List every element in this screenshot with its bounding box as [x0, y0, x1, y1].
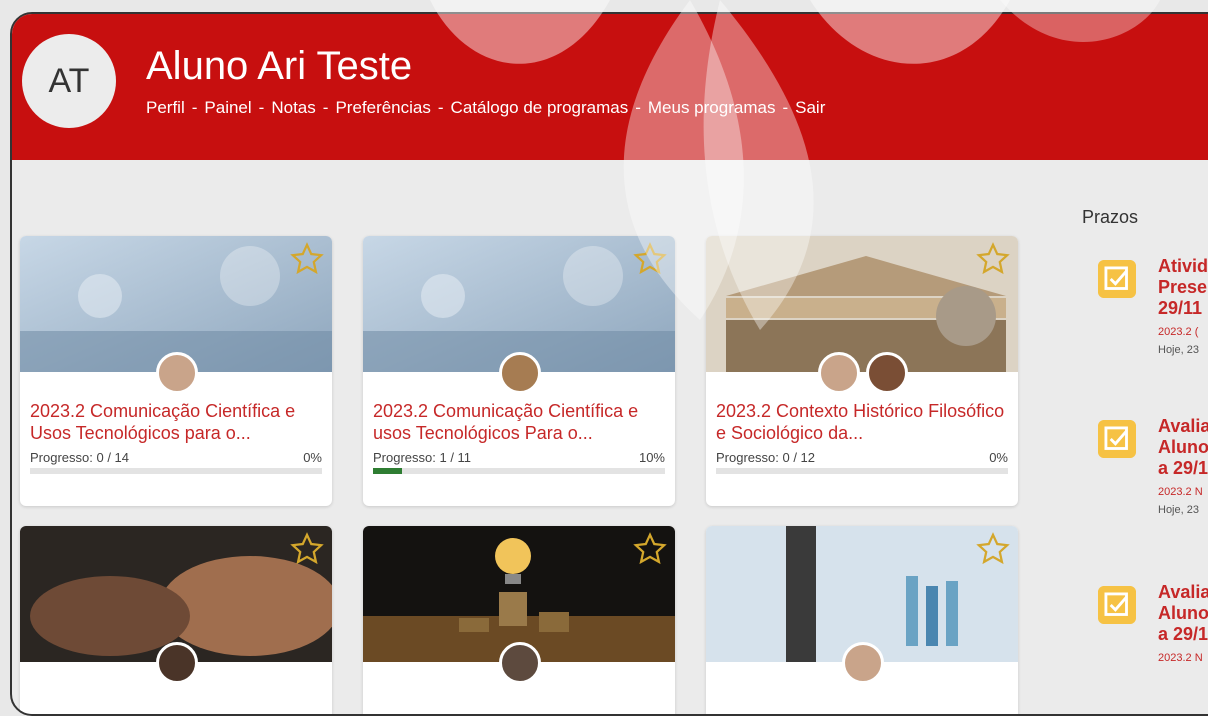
progress-percent: 10% [638, 450, 665, 465]
teacher-avatar [842, 642, 884, 684]
deadline-course: 2023.2 N [1158, 652, 1203, 664]
nav-separator: - [258, 98, 265, 117]
checkbox-task-icon [1098, 420, 1136, 458]
nav-separator: - [191, 98, 198, 117]
user-avatar[interactable]: AT [22, 34, 116, 128]
star-icon[interactable] [976, 532, 1010, 566]
star-icon[interactable] [633, 532, 667, 566]
star-icon[interactable] [976, 242, 1010, 276]
course-card[interactable]: 2023.2 Comunicação Científica e usos Tec… [363, 236, 675, 506]
nav-preferencias[interactable]: Preferências [335, 98, 430, 117]
course-card[interactable] [706, 526, 1018, 714]
progress-percent: 0% [303, 450, 322, 465]
progress-bar [373, 468, 665, 474]
nav-notas[interactable]: Notas [271, 98, 315, 117]
nav-catalogo[interactable]: Catálogo de programas [451, 98, 629, 117]
star-icon[interactable] [290, 242, 324, 276]
progress-bar [30, 468, 322, 474]
course-title[interactable]: 2023.2 Contexto Histórico Filosófico e S… [716, 400, 1008, 444]
course-progress: Progresso: 0 / 14 0% [30, 450, 322, 465]
star-icon[interactable] [633, 242, 667, 276]
deadline-course: 2023.2 ( [1158, 326, 1199, 338]
progress-label: Progresso: 0 / 12 [716, 450, 815, 465]
deadline-title[interactable]: AtividaPresen29/11 [1158, 256, 1208, 319]
user-name: Aluno Ari Teste [146, 44, 413, 88]
deadline-date: Hoje, 23 [1158, 344, 1199, 356]
nav-separator: - [782, 98, 789, 117]
course-title[interactable]: 2023.2 Comunicação Científica e Usos Tec… [30, 400, 322, 444]
deadline-course: 2023.2 N [1158, 486, 1203, 498]
app-window: AT Aluno Ari Teste Perfil - Painel - Notas - P… [10, 12, 1208, 716]
course-card[interactable]: 2023.2 Comunicação Científica e Usos Tec… [20, 236, 332, 506]
checkbox-task-icon [1098, 260, 1136, 298]
course-card[interactable] [363, 526, 675, 714]
teacher-avatar [818, 352, 860, 394]
progress-bar-fill [373, 468, 403, 474]
checkbox-task-icon [1098, 586, 1136, 624]
deadline-date: Hoje, 23 [1158, 504, 1199, 516]
teacher-avatar [156, 352, 198, 394]
progress-label: Progresso: 1 / 11 [373, 450, 472, 465]
teacher-avatar [156, 642, 198, 684]
avatar-initials: AT [48, 61, 90, 100]
page-header: AT Aluno Ari Teste Perfil - Painel - Notas - P… [12, 14, 1208, 160]
nav-separator: - [635, 98, 641, 117]
progress-label: Progresso: 0 / 14 [30, 450, 129, 465]
course-title[interactable]: 2023.2 Comunicação Científica e usos Tec… [373, 400, 665, 444]
deadline-title[interactable]: AvaliaAlunosa 29/1 [1158, 582, 1208, 645]
nav-painel[interactable]: Painel [204, 98, 251, 117]
course-card[interactable] [20, 526, 332, 714]
nav-separator: - [322, 98, 329, 117]
star-icon[interactable] [290, 532, 324, 566]
deadline-title[interactable]: AvaliaAlunosa 29/1 [1158, 416, 1208, 479]
progress-percent: 0% [989, 450, 1008, 465]
nav-meus-programas[interactable]: Meus programas [648, 98, 776, 117]
teacher-avatar [866, 352, 908, 394]
progress-bar [716, 468, 1008, 474]
user-nav: Perfil - Painel - Notas - Preferências - Catálog… [146, 98, 825, 118]
teacher-avatar [499, 642, 541, 684]
prazos-heading: Prazos [1082, 207, 1139, 227]
nav-sair[interactable]: Sair [795, 98, 825, 117]
nav-separator: - [437, 98, 444, 117]
course-progress: Progresso: 0 / 12 0% [716, 450, 1008, 465]
teacher-avatar [499, 352, 541, 394]
course-progress: Progresso: 1 / 11 10% [373, 450, 665, 465]
nav-perfil[interactable]: Perfil [146, 98, 185, 117]
course-card[interactable]: 2023.2 Contexto Histórico Filosófico e S… [706, 236, 1018, 506]
